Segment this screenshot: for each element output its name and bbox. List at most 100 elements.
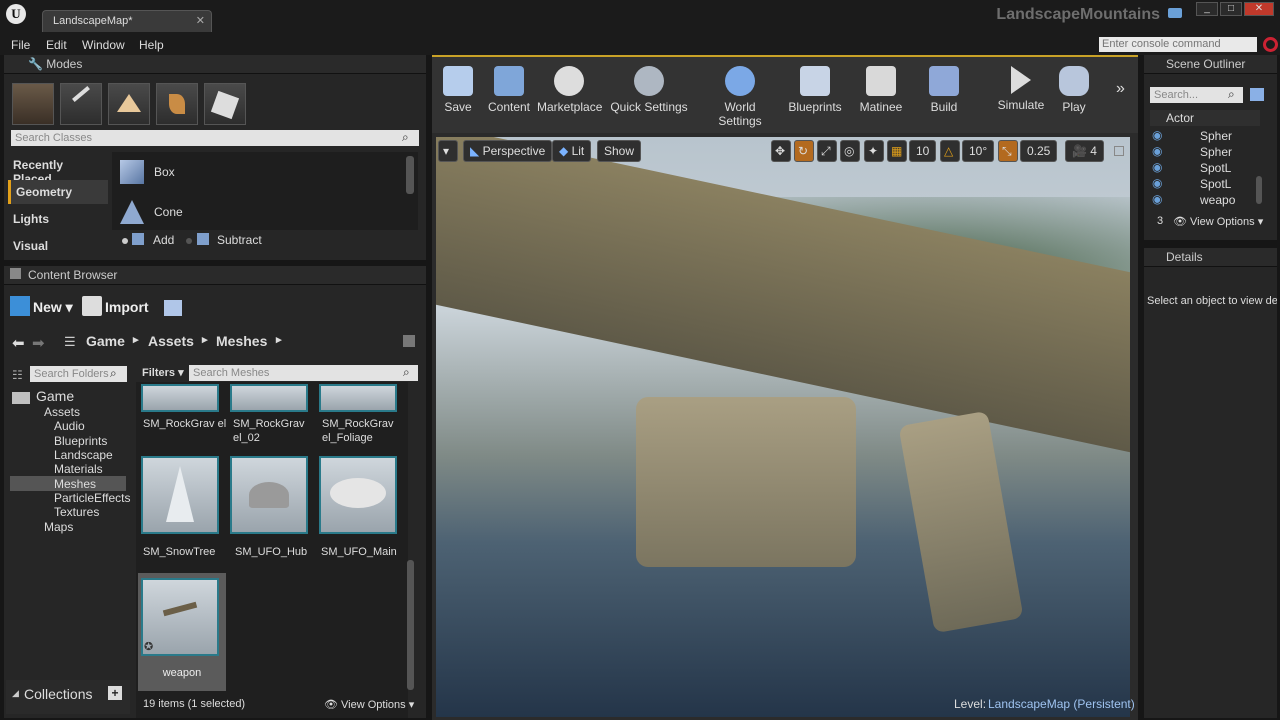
- tree-item-game[interactable]: Game: [36, 388, 74, 404]
- perspective-button[interactable]: ◣ Perspective: [463, 140, 553, 162]
- scale-snap-icon[interactable]: ⤡: [998, 140, 1018, 162]
- close-window-button[interactable]: ✕: [1244, 2, 1274, 16]
- menu-help[interactable]: Help: [139, 38, 164, 52]
- breadcrumb-meshes[interactable]: Meshes: [216, 333, 267, 349]
- tree-item-meshes[interactable]: Meshes: [54, 477, 96, 491]
- collapse-arrow-icon[interactable]: ◢: [12, 688, 19, 699]
- menu-file[interactable]: File: [11, 38, 30, 52]
- visibility-icon[interactable]: ◉: [1152, 144, 1162, 158]
- breadcrumb-game[interactable]: Game: [86, 333, 125, 349]
- outliner-row[interactable]: SpotL: [1200, 161, 1231, 175]
- scrollbar[interactable]: [1256, 176, 1262, 204]
- maximize-button[interactable]: □: [1220, 2, 1242, 16]
- visibility-icon[interactable]: ◉: [1152, 176, 1162, 190]
- lit-button[interactable]: ◆ Lit: [552, 140, 592, 162]
- back-arrow-icon[interactable]: ⬅: [12, 334, 25, 352]
- scale-icon[interactable]: ⤢: [817, 140, 837, 162]
- tree-item-assets[interactable]: Assets: [44, 405, 80, 419]
- rotation-snap-icon[interactable]: △: [940, 140, 960, 162]
- lock-icon[interactable]: [403, 335, 415, 347]
- save-button[interactable]: Save: [440, 60, 476, 120]
- paint-mode-button[interactable]: [60, 83, 102, 125]
- menu-edit[interactable]: Edit: [46, 38, 67, 52]
- asset-name-weapon[interactable]: weapon: [138, 667, 226, 679]
- asset-thumbnail[interactable]: [319, 384, 397, 412]
- category-recently-placed[interactable]: Recently Placed: [8, 153, 108, 186]
- place-mode-button[interactable]: [12, 83, 54, 125]
- viewport-options-button[interactable]: ▾: [438, 140, 458, 162]
- asset-thumbnail-ufo-hub[interactable]: [230, 456, 308, 534]
- save-all-icon[interactable]: [164, 300, 182, 316]
- menu-window[interactable]: Window: [82, 38, 125, 52]
- place-item-box[interactable]: Box: [154, 165, 175, 179]
- import-button[interactable]: Import: [105, 299, 149, 315]
- more-icon[interactable]: »: [1116, 80, 1125, 98]
- tree-item-materials[interactable]: Materials: [54, 462, 103, 476]
- outliner-row[interactable]: Spher: [1200, 145, 1232, 159]
- visibility-icon[interactable]: ◉: [1152, 160, 1162, 174]
- outliner-row[interactable]: SpotL: [1200, 177, 1231, 191]
- outliner-row[interactable]: weapo: [1200, 193, 1235, 207]
- grid-snap-icon[interactable]: ▦: [887, 140, 907, 162]
- collections-label[interactable]: Collections: [24, 686, 92, 702]
- show-button[interactable]: Show: [597, 140, 642, 162]
- outliner-view-options-button[interactable]: 👁 View Options ▾: [1173, 215, 1263, 228]
- geometry-edit-mode-button[interactable]: [204, 83, 246, 125]
- feedback-icon[interactable]: [1168, 8, 1182, 18]
- asset-name[interactable]: SM_UFO_Main: [321, 545, 407, 559]
- world-settings-button[interactable]: World Settings: [702, 60, 778, 128]
- blueprints-button[interactable]: Blueprints: [787, 60, 843, 120]
- asset-name[interactable]: SM_SnowTree: [143, 545, 229, 559]
- rotate-icon[interactable]: ↻: [794, 140, 814, 162]
- tree-item-textures[interactable]: Textures: [54, 505, 99, 519]
- maximize-viewport-icon[interactable]: [1114, 146, 1124, 156]
- grid-size-value[interactable]: 10: [909, 140, 937, 162]
- scrollbar[interactable]: [407, 560, 414, 690]
- rotation-snap-value[interactable]: 10°: [962, 140, 995, 162]
- asset-thumbnail[interactable]: [230, 384, 308, 412]
- scale-snap-value[interactable]: 0.25: [1020, 140, 1058, 162]
- tab-landscape-map[interactable]: LandscapeMap* ✕: [42, 10, 212, 32]
- search-classes-input[interactable]: Search Classes: [11, 130, 419, 146]
- asset-thumbnail-snow-tree[interactable]: [141, 456, 219, 534]
- visibility-icon[interactable]: ◉: [1152, 128, 1162, 142]
- scrollbar[interactable]: [406, 156, 414, 194]
- tree-item-landscape[interactable]: Landscape: [54, 448, 113, 462]
- marketplace-button[interactable]: Marketplace: [537, 60, 602, 120]
- world-icon[interactable]: ◎: [840, 140, 860, 162]
- place-item-cone[interactable]: Cone: [154, 205, 183, 219]
- tree-toggle-icon[interactable]: ☷: [12, 368, 23, 382]
- actor-column-header[interactable]: Actor: [1166, 111, 1194, 125]
- asset-name[interactable]: SM_UFO_Hub: [235, 545, 321, 559]
- subtract-radio[interactable]: [186, 238, 192, 244]
- quick-settings-button[interactable]: Quick Settings: [609, 60, 689, 120]
- play-button[interactable]: Play: [1055, 60, 1093, 120]
- category-visual[interactable]: Visual: [8, 234, 108, 258]
- surface-snap-icon[interactable]: ✦: [864, 140, 884, 162]
- close-icon[interactable]: ✕: [196, 14, 205, 27]
- asset-thumbnail-ufo-main[interactable]: [319, 456, 397, 534]
- new-button[interactable]: New ▾: [33, 299, 73, 316]
- tree-item-maps[interactable]: Maps: [44, 520, 73, 534]
- list-icon[interactable]: ☰: [64, 334, 76, 350]
- console-command-input[interactable]: [1099, 37, 1257, 52]
- tree-item-audio[interactable]: Audio: [54, 419, 85, 433]
- asset-name[interactable]: SM_RockGrav el_02: [233, 417, 319, 445]
- category-geometry[interactable]: Geometry: [8, 180, 108, 204]
- asset-name[interactable]: SM_RockGrav el: [143, 417, 229, 431]
- landscape-mode-button[interactable]: [108, 83, 150, 125]
- build-button[interactable]: Build: [925, 60, 963, 120]
- add-collection-button[interactable]: +: [108, 686, 122, 700]
- create-folder-icon[interactable]: [1250, 88, 1264, 101]
- asset-thumbnail[interactable]: [141, 384, 219, 412]
- tree-item-blueprints[interactable]: Blueprints: [54, 434, 107, 448]
- add-radio[interactable]: [122, 238, 128, 244]
- asset-name[interactable]: SM_RockGrav el_Foliage: [322, 417, 408, 445]
- view-options-button[interactable]: 👁 View Options ▾: [324, 698, 414, 711]
- simulate-button[interactable]: Simulate: [997, 60, 1045, 120]
- camera-speed-button[interactable]: 🎥 4: [1065, 140, 1104, 162]
- matinee-button[interactable]: Matinee: [858, 60, 904, 120]
- foliage-mode-button[interactable]: [156, 83, 198, 125]
- content-button[interactable]: Content: [486, 60, 532, 120]
- forward-arrow-icon[interactable]: ➡: [32, 334, 45, 352]
